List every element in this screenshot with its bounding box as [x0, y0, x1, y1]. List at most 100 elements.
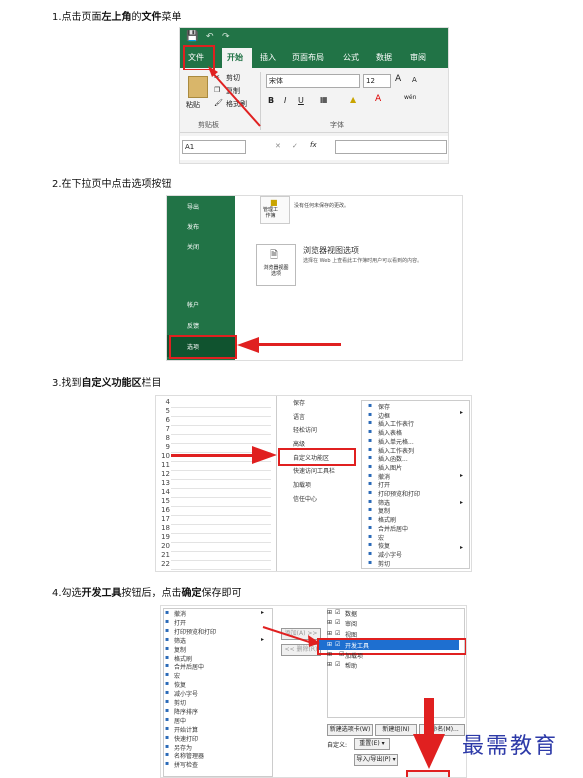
command-item[interactable]: 格式刷	[378, 515, 396, 524]
step-1-caption: 1.点击页面左上角的文件菜单	[52, 8, 182, 23]
expand-icon[interactable]: ⊞	[327, 641, 332, 648]
reset-button[interactable]: 重置(E) ▾	[354, 738, 390, 750]
browser-view-title: 浏览器视图选项	[303, 246, 359, 255]
command-item[interactable]: 筛选	[378, 498, 390, 507]
command-item[interactable]: 减小字号	[378, 550, 402, 559]
command-icon: ▪	[368, 402, 373, 409]
excel-options-screenshot: 4 5 6 7 8 9 10 11 12 13 14 15 16 17 18 19 20 21 22 保存 语言 轻松访…	[155, 395, 472, 572]
command-icon: ▪	[165, 698, 170, 705]
gridline	[171, 443, 271, 444]
command-item[interactable]: 撤消	[174, 609, 186, 618]
command-item[interactable]: 降序排序	[174, 707, 198, 716]
command-item[interactable]: 插入表格	[378, 428, 402, 437]
checkbox-icon[interactable]: ☑	[335, 619, 340, 626]
options-category[interactable]: 快速访问工具栏	[293, 466, 335, 475]
sidebar-item-close[interactable]: 关闭	[187, 242, 199, 251]
command-item[interactable]: 开始计算	[174, 725, 198, 734]
sidebar-item-publish[interactable]: 发布	[187, 222, 199, 231]
expand-icon[interactable]: ⊞	[327, 651, 332, 658]
command-item[interactable]: 减小字号	[174, 689, 198, 698]
command-item[interactable]: 合并后居中	[174, 662, 204, 671]
gridline	[171, 425, 271, 426]
command-item[interactable]: 插入图片	[378, 463, 402, 472]
command-item[interactable]: 打开	[174, 618, 186, 627]
expand-icon[interactable]: ⊞	[327, 619, 332, 626]
new-group-button[interactable]: 新建组(N)	[375, 724, 417, 736]
step-3-caption: 3.找到自定义功能区栏目	[52, 374, 162, 389]
customize-ribbon-highlight	[278, 448, 356, 466]
expand-icon[interactable]: ⊞	[327, 630, 332, 637]
command-item[interactable]: 复制	[378, 506, 390, 515]
command-item[interactable]: 恢复	[174, 680, 186, 689]
tree-item[interactable]: 开发工具	[345, 641, 369, 650]
row-number: 22	[161, 560, 170, 568]
manage-workbook-button[interactable]: ■ 管理工 作簿	[260, 196, 290, 224]
divider	[276, 396, 277, 571]
command-item[interactable]: 打开	[378, 480, 390, 489]
checkbox-icon[interactable]: ☑	[335, 661, 340, 668]
command-item[interactable]: 宏	[378, 533, 384, 542]
tree-item[interactable]: 视图	[345, 630, 357, 639]
checkbox-icon[interactable]: ☑	[335, 609, 340, 616]
command-item[interactable]: 复制	[174, 645, 186, 654]
command-icon: ▪	[368, 462, 373, 470]
command-item[interactable]: 筛选	[174, 636, 186, 645]
red-arrow	[208, 66, 261, 127]
expand-icon[interactable]: ⊞	[327, 609, 332, 616]
submenu-arrow-icon: ▸	[261, 609, 265, 616]
browser-view-options-button[interactable]: 🗎 浏览器视图 选项	[256, 244, 296, 286]
checkbox-icon[interactable]: ☑	[339, 651, 344, 658]
caption-bold: 开发工具	[81, 588, 122, 599]
sidebar-item-feedback[interactable]: 反馈	[187, 321, 199, 330]
row-number: 5	[165, 407, 170, 415]
sidebar-item-account[interactable]: 帐户	[187, 300, 199, 309]
command-item[interactable]: 名称管理器	[174, 751, 204, 760]
arrow-head	[413, 734, 445, 769]
options-category[interactable]: 语言	[293, 412, 305, 421]
no-changes-text: 没有任何未保存的更改。	[294, 203, 350, 209]
command-item[interactable]: 格式刷	[174, 654, 192, 663]
row-number: 11	[161, 461, 170, 469]
command-item[interactable]: 打印预览和打印	[174, 627, 216, 636]
caption-text: 菜单	[161, 12, 182, 23]
command-item[interactable]: 打印预览和打印	[378, 489, 420, 498]
command-item[interactable]: 插入单元格...	[378, 437, 414, 446]
caption-text: 4.勾选	[52, 588, 82, 599]
options-category[interactable]: 保存	[293, 398, 305, 407]
step-4-caption: 4.勾选开发工具按钮后，点击确定保存即可	[52, 584, 242, 599]
tree-item[interactable]: 审阅	[345, 619, 357, 628]
command-item[interactable]: 拼写检查	[174, 760, 198, 769]
command-item[interactable]: 快速打印	[174, 734, 198, 743]
tree-item[interactable]: 加载项	[345, 651, 363, 660]
tree-item[interactable]: 帮助	[345, 661, 357, 670]
sidebar-item-export[interactable]: 导出	[187, 202, 199, 211]
command-item[interactable]: 插入工作表行	[378, 419, 414, 428]
command-item[interactable]: 居中	[174, 716, 186, 725]
command-item[interactable]: 插入工作表列	[378, 446, 414, 455]
new-tab-button[interactable]: 新建选项卡(W)	[327, 724, 373, 736]
command-item[interactable]: 边框	[378, 411, 390, 420]
command-item[interactable]: 保存	[378, 402, 390, 411]
manage-workbook-label: 管理工 作簿	[263, 207, 279, 219]
options-category[interactable]: 轻松访问	[293, 425, 317, 434]
caption-text: 按钮后，点击	[121, 588, 182, 599]
command-item[interactable]: 剪切	[378, 559, 390, 568]
checkbox-icon[interactable]: ☑	[335, 641, 340, 648]
ok-button-highlight[interactable]	[406, 770, 450, 777]
options-category[interactable]: 加载项	[293, 480, 311, 489]
command-item[interactable]: 恢复	[378, 541, 390, 550]
import-export-button[interactable]: 导入/导出(P) ▾	[354, 754, 398, 766]
expand-icon[interactable]: ⊞	[327, 661, 332, 668]
command-item[interactable]: 合并后居中	[378, 524, 408, 533]
options-category[interactable]: 高级	[293, 439, 305, 448]
command-item[interactable]: 剪切	[174, 698, 186, 707]
options-category[interactable]: 信任中心	[293, 494, 317, 503]
gridline	[171, 407, 271, 408]
command-item[interactable]: 宏	[174, 671, 180, 680]
tree-item[interactable]: 数据	[345, 609, 357, 618]
command-icon: ▪	[165, 733, 170, 741]
command-item[interactable]: 撤消	[378, 472, 390, 481]
command-item[interactable]: 插入函数...	[378, 454, 408, 463]
command-item[interactable]: 另存为	[174, 743, 192, 752]
checkbox-icon[interactable]: ☑	[335, 630, 340, 637]
